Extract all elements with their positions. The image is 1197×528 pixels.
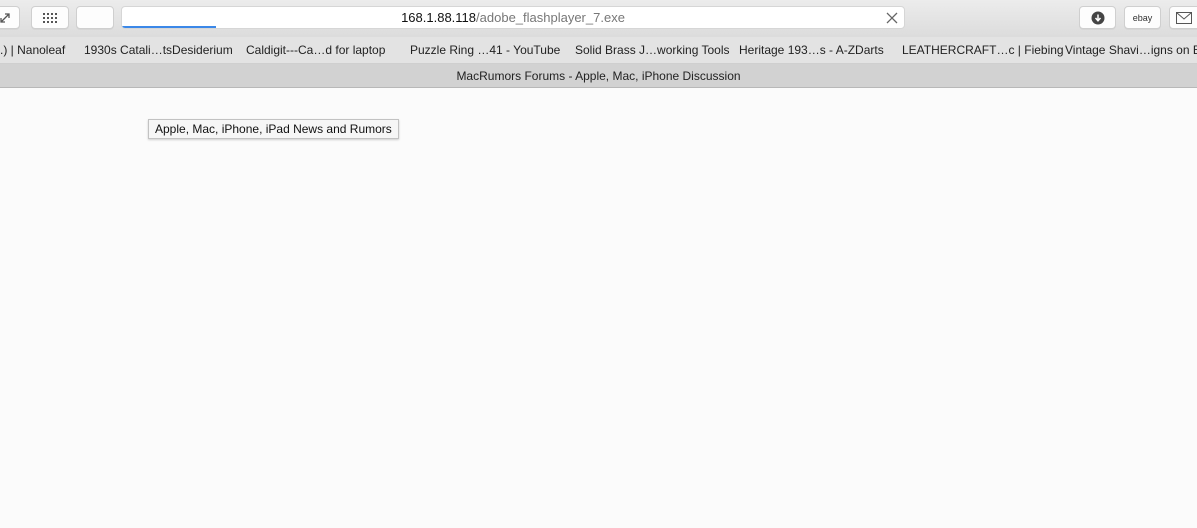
address-bar[interactable]: 168.1.88.118/adobe_flashplayer_7.exe bbox=[121, 6, 905, 29]
mail-icon bbox=[1176, 11, 1192, 24]
browser-toolbar: 168.1.88.118/adobe_flashplayer_7.exe eba… bbox=[0, 0, 1197, 37]
bookmark-item[interactable]: Vintage Shavi…igns on Et bbox=[1065, 37, 1197, 63]
ebay-extension-button[interactable]: ebay bbox=[1124, 6, 1161, 29]
expand-arrows-icon bbox=[0, 12, 10, 23]
toolbar-blank-button[interactable] bbox=[76, 6, 114, 29]
tab-title: MacRumors Forums - Apple, Mac, iPhone Di… bbox=[456, 69, 741, 83]
url-text: 168.1.88.118/adobe_flashplayer_7.exe bbox=[122, 7, 904, 28]
bookmark-item[interactable]: Heritage 193…s - A-ZDarts bbox=[739, 37, 884, 63]
bookmark-item[interactable]: LEATHERCRAFT…c | Fiebing bbox=[902, 37, 1064, 63]
mail-button[interactable] bbox=[1169, 6, 1197, 29]
downloads-button[interactable] bbox=[1079, 6, 1116, 29]
url-host: 168.1.88.118 bbox=[401, 10, 477, 25]
expand-icon[interactable] bbox=[0, 6, 20, 29]
ebay-label: ebay bbox=[1132, 12, 1153, 23]
bookmarks-bar: .) | Nanoleaf 1930s Catali…tsDesiderium … bbox=[0, 37, 1197, 64]
bookmark-item[interactable]: Solid Brass J…working Tools bbox=[575, 37, 730, 63]
page-load-progress-bar bbox=[122, 26, 216, 28]
bookmark-item[interactable]: Caldigit---Ca…d for laptop bbox=[246, 37, 385, 63]
bookmark-item[interactable]: Puzzle Ring …41 - YouTube bbox=[410, 37, 560, 63]
grid-icon bbox=[43, 12, 57, 23]
bookmark-item[interactable]: 1930s Catali…tsDesiderium bbox=[84, 37, 233, 63]
url-path: /adobe_flashplayer_7.exe bbox=[476, 10, 625, 25]
download-icon bbox=[1091, 11, 1104, 24]
tooltip: Apple, Mac, iPhone, iPad News and Rumors bbox=[148, 119, 399, 139]
stop-loading-icon[interactable] bbox=[885, 11, 899, 25]
show-all-tabs-button[interactable] bbox=[31, 6, 69, 29]
tooltip-text: Apple, Mac, iPhone, iPad News and Rumors bbox=[155, 122, 392, 136]
tab-title-bar[interactable]: MacRumors Forums - Apple, Mac, iPhone Di… bbox=[0, 64, 1197, 88]
bookmark-item[interactable]: .) | Nanoleaf bbox=[0, 37, 65, 63]
